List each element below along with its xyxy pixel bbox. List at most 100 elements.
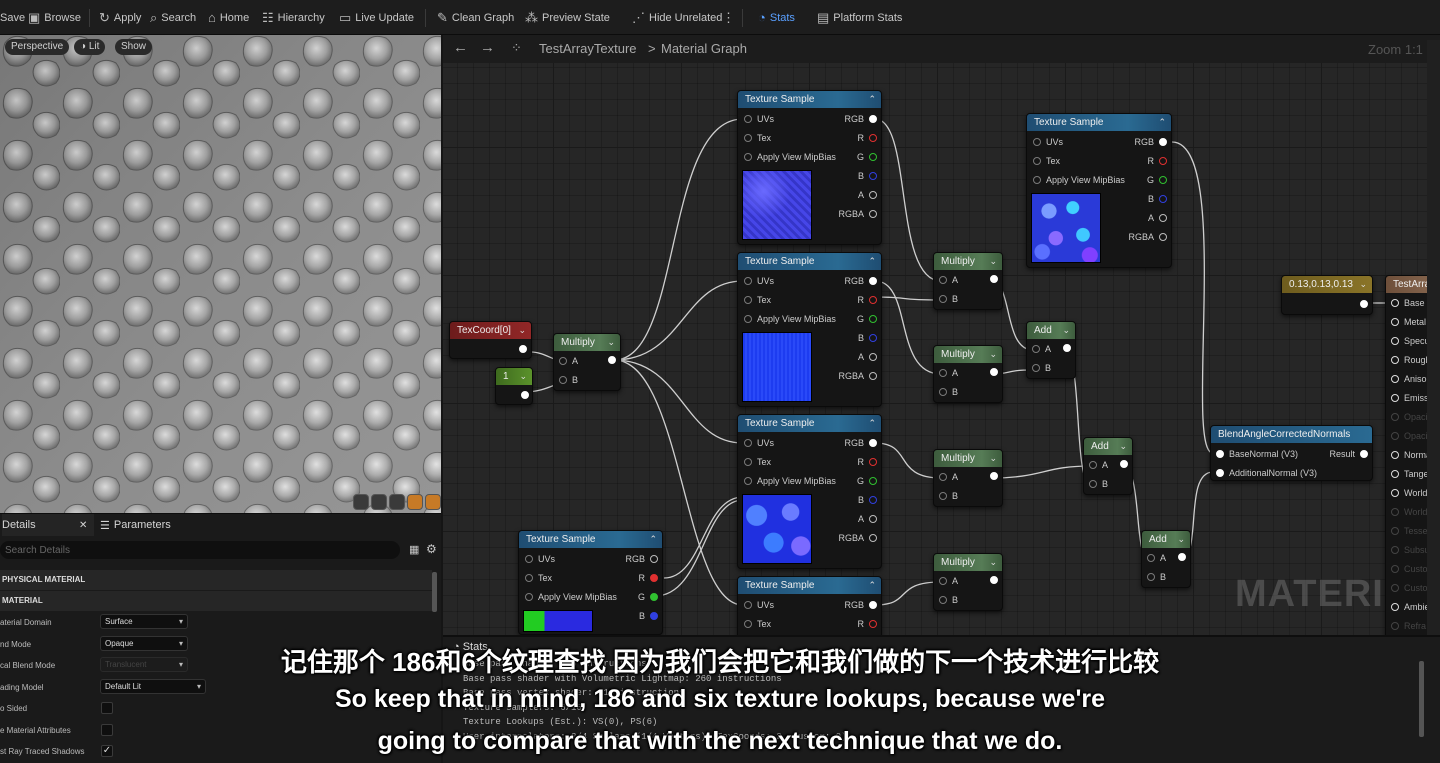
perspective-button[interactable]: Perspective xyxy=(5,39,70,55)
plane-preview-icon[interactable] xyxy=(389,494,405,510)
constant-node[interactable]: 1 ⌄ xyxy=(495,367,533,405)
texcoord-node[interactable]: TexCoord[0] ⌄ xyxy=(449,321,532,359)
preview-state-icon: ⁂ xyxy=(525,9,538,25)
texture-sample-node[interactable]: Texture Sample ⌃ UVs Tex Apply View MipBi… xyxy=(737,414,882,569)
zoom-level: Zoom 1:1 xyxy=(1368,42,1423,57)
multiply-node[interactable]: Multiply ⌄ A B xyxy=(933,345,1003,403)
more-options-button[interactable]: ⋮ xyxy=(722,0,735,35)
live-update-button[interactable]: ▭ Live Update xyxy=(339,0,414,35)
add-node[interactable]: Add ⌄ A B xyxy=(1026,321,1076,379)
add-node[interactable]: Add ⌄ A B xyxy=(1083,437,1133,495)
texture-sample-node[interactable]: Texture Sample ⌃ UVs Tex Apply View MipBi… xyxy=(1026,113,1172,268)
tab-details[interactable]: Details ✕ xyxy=(2,514,94,536)
platform-stats-icon: ▤ xyxy=(817,9,830,25)
result-input-pin[interactable]: Metal xyxy=(1391,317,1426,327)
multiply-node[interactable]: Multiply ⌄ A B xyxy=(553,333,621,391)
result-input-pin[interactable]: Aniso xyxy=(1391,374,1427,384)
chevron-down-icon[interactable]: ⌄ xyxy=(1177,531,1185,548)
result-input-pin[interactable]: Rough xyxy=(1391,355,1431,365)
result-input-pin[interactable]: Base xyxy=(1391,298,1425,308)
chevron-down-icon[interactable]: ⌄ xyxy=(1062,322,1070,339)
preview-state-button[interactable]: ⁂ Preview State xyxy=(525,0,610,35)
chevron-down-icon[interactable]: ⌄ xyxy=(989,450,997,467)
collapse-icon[interactable]: ⌃ xyxy=(868,415,876,432)
show-button[interactable]: Show xyxy=(115,39,153,55)
save-button[interactable]: Save xyxy=(0,0,25,35)
texture-sample-node[interactable]: Texture Sample ⌃ UVs Tex Apply View MipBi… xyxy=(518,530,663,635)
details-panel: Details✕ ☰Parameters ▦ ⚙ PHYSICAL MATERI… xyxy=(0,513,441,763)
home-button[interactable]: ⌂ Home xyxy=(208,0,249,35)
lit-button[interactable]: ◑ Lit xyxy=(74,39,106,55)
apply-button[interactable]: ↻ Apply xyxy=(99,0,141,35)
multiply-node[interactable]: Multiply ⌄ A B xyxy=(933,252,1003,310)
texture-sample-node[interactable]: Texture Sample ⌃ UVs Tex Apply View MipBi… xyxy=(737,90,882,245)
collapse-icon[interactable]: ⌃ xyxy=(868,91,876,108)
texture-sample-node[interactable]: Texture Sample ⌃ UVs Tex Apply View MipBi… xyxy=(737,252,882,407)
back-arrow-icon[interactable]: ← xyxy=(453,39,468,56)
graph-icon: ⁘ xyxy=(511,40,522,55)
gear-icon[interactable]: ⚙ xyxy=(426,542,437,556)
result-input-pin[interactable]: Tesse xyxy=(1391,526,1428,536)
platform-stats-button[interactable]: ▤ Platform Stats xyxy=(817,0,902,35)
collapse-icon[interactable]: ⌃ xyxy=(868,577,876,594)
sphere-preview-icon[interactable] xyxy=(353,494,369,510)
result-input-pin[interactable]: Tange xyxy=(1391,469,1429,479)
collapse-icon[interactable]: ⌃ xyxy=(868,253,876,270)
browse-button[interactable]: ▣ Browse xyxy=(28,0,81,35)
close-icon[interactable]: ✕ xyxy=(79,520,87,531)
stats-button[interactable]: ◔ Stats xyxy=(758,0,795,35)
chevron-down-icon[interactable]: ⌄ xyxy=(989,554,997,571)
chevron-down-icon[interactable]: ⌄ xyxy=(989,253,997,270)
breadcrumb-asset[interactable]: TestArrayTexture xyxy=(539,41,637,56)
material-graph-canvas[interactable]: MATERIAL ← → ⁘ TestArrayTexture > Materi… xyxy=(443,35,1440,635)
teapot-preview-icon[interactable] xyxy=(425,494,441,510)
chevron-down-icon[interactable]: ⌄ xyxy=(1359,276,1367,293)
view-options-icon[interactable]: ▦ xyxy=(409,543,419,556)
collapse-icon[interactable]: ⌃ xyxy=(1158,114,1166,131)
result-input-pin[interactable]: Custo xyxy=(1391,564,1428,574)
search-button[interactable]: ⌕ Search xyxy=(150,0,196,35)
multiply-node[interactable]: Multiply ⌄ A B xyxy=(933,449,1003,507)
breadcrumb-material-graph[interactable]: Material Graph xyxy=(661,41,747,56)
section-physical-material[interactable]: PHYSICAL MATERIAL xyxy=(0,570,432,590)
kebab-menu-icon: ⋮ xyxy=(722,9,735,25)
cylinder-preview-icon[interactable] xyxy=(371,494,387,510)
chevron-down-icon[interactable]: ⌄ xyxy=(518,322,526,339)
result-input-pin[interactable]: Opaci xyxy=(1391,431,1428,441)
collapse-icon[interactable]: ⌃ xyxy=(649,531,657,548)
details-search-input[interactable] xyxy=(0,541,400,559)
result-input-pin[interactable]: Opaci xyxy=(1391,412,1428,422)
multiply-node[interactable]: Multiply ⌄ A B xyxy=(933,553,1003,611)
result-input-pin[interactable]: Subsu xyxy=(1391,545,1430,555)
lit-mode-icon: ◑ xyxy=(80,41,89,52)
chevron-down-icon[interactable]: ⌄ xyxy=(607,334,615,351)
result-input-pin[interactable]: Emiss xyxy=(1391,393,1429,403)
material-domain-dropdown[interactable]: Surface xyxy=(100,614,188,629)
result-input-pin[interactable]: World xyxy=(1391,488,1427,498)
add-node[interactable]: Add ⌄ A B xyxy=(1141,530,1191,588)
result-input-pin[interactable]: Refra xyxy=(1391,621,1426,631)
right-side-panel xyxy=(1427,40,1440,635)
chevron-down-icon[interactable]: ⌄ xyxy=(989,346,997,363)
result-input-pin[interactable]: Custo xyxy=(1391,583,1428,593)
result-input-pin[interactable]: Specu xyxy=(1391,336,1430,346)
vector-constant-node[interactable]: 0.13,0.13,0.13 ⌄ xyxy=(1281,275,1373,315)
clean-graph-button[interactable]: ✎ Clean Graph xyxy=(437,0,514,35)
result-input-pin[interactable]: World xyxy=(1391,507,1427,517)
hierarchy-icon: ☷ xyxy=(262,9,274,25)
cube-preview-icon[interactable] xyxy=(407,494,423,510)
section-material[interactable]: MATERIAL xyxy=(0,591,432,611)
result-input-pin[interactable]: Norma xyxy=(1391,450,1431,460)
blend-angle-corrected-normals-node[interactable]: BlendAngleCorrectedNormals BaseNormal (V… xyxy=(1210,425,1373,481)
result-input-pin[interactable]: Ambie xyxy=(1391,602,1430,612)
hide-unrelated-button[interactable]: ⋰ Hide Unrelated xyxy=(632,0,722,35)
sliders-icon: ☰ xyxy=(100,519,110,532)
chevron-down-icon[interactable]: ⌄ xyxy=(1119,438,1127,455)
texture-sample-node[interactable]: Texture Sample ⌃ UVs Tex RGB R xyxy=(737,576,882,635)
tab-parameters[interactable]: ☰ Parameters xyxy=(100,514,171,536)
hierarchy-button[interactable]: ☷ Hierarchy xyxy=(262,0,325,35)
chevron-down-icon[interactable]: ⌄ xyxy=(519,368,527,385)
details-scrollbar[interactable] xyxy=(432,572,437,612)
forward-arrow-icon[interactable]: → xyxy=(480,39,495,56)
preview-viewport[interactable]: Perspective ◑ Lit Show xyxy=(0,35,441,513)
